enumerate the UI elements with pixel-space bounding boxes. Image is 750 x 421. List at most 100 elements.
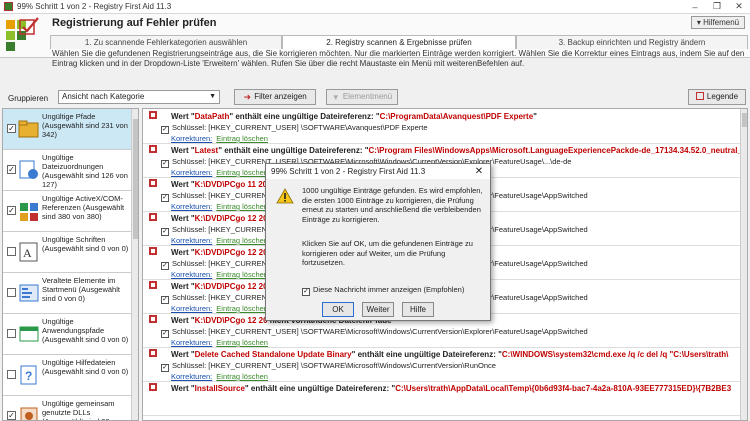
fix-label-link[interactable]: Korrekturen: (171, 236, 212, 245)
fix-action-link[interactable]: Eintrag löschen (216, 338, 268, 347)
category-item[interactable]: A Ungültige Schriften (Ausgewählt sind 0… (3, 232, 131, 273)
weiter-button[interactable]: Weiter (362, 302, 394, 317)
fix-label-link[interactable]: Korrekturen: (171, 338, 212, 347)
entry-type-icon (149, 281, 157, 289)
category-item[interactable]: ✓ Ungültige gemeinsam genutzte DLLs (Aus… (3, 396, 131, 420)
fix-action-link[interactable]: Eintrag löschen (216, 304, 268, 313)
fix-label-link[interactable]: Korrekturen: (171, 202, 212, 211)
entry-prefix: Wert " (171, 180, 195, 189)
entry-prefix: Wert " (171, 112, 195, 121)
svg-text:A: A (23, 246, 32, 260)
entry-checkbox[interactable]: ✓ (161, 228, 169, 236)
fix-action-link[interactable]: Eintrag löschen (216, 372, 268, 381)
entry-fix: Korrekturen: Eintrag löschen (171, 304, 268, 313)
legend-button[interactable]: Legende (688, 89, 746, 105)
close-button[interactable]: ✕ (728, 1, 750, 12)
category-checkbox[interactable]: ✓ (7, 165, 16, 174)
category-checkbox[interactable] (7, 288, 16, 297)
help-file-icon: ? (20, 365, 37, 385)
entry-key-text: Schlüssel: [HKEY_CURRENT_USER] \SOFTWARE… (172, 123, 428, 132)
entry-fix: Korrekturen: Eintrag löschen (171, 338, 268, 347)
category-item[interactable]: ✓ Ungültige ActiveX/COM-Referenzen (Ausg… (3, 191, 131, 232)
result-entry[interactable]: Wert "Delete Cached Standalone Update Bi… (143, 348, 741, 382)
fix-label-link[interactable]: Korrekturen: (171, 134, 212, 143)
scrollbar-thumb[interactable] (133, 119, 138, 239)
result-entry[interactable]: Wert "DataPath" enthält eine ungültige D… (143, 110, 741, 144)
category-label: Ungültige Pfade (Ausgewählt sind 231 von… (42, 112, 128, 139)
fix-action-link[interactable]: Eintrag löschen (216, 202, 268, 211)
fix-label-link[interactable]: Korrekturen: (171, 168, 212, 177)
entry-type-icon (149, 179, 157, 187)
entry-prefix: Wert " (171, 146, 195, 155)
fix-action-link[interactable]: Eintrag löschen (216, 168, 268, 177)
entry-type-icon (149, 213, 157, 221)
entry-checkbox[interactable]: ✓ (161, 262, 169, 270)
entry-reference: C:\WINDOWS\system32\cmd.exe /q /c del /q… (501, 350, 729, 359)
tab-step-2[interactable]: 2. Registry scannen & Ergebnisse prüfen (282, 35, 516, 49)
entry-checkbox[interactable]: ✓ (161, 296, 169, 304)
page-title: Registrierung auf Fehler prüfen (52, 17, 217, 29)
entry-fix: Korrekturen: Eintrag löschen (171, 270, 268, 279)
fix-action-link[interactable]: Eintrag löschen (216, 270, 268, 279)
category-checkbox[interactable] (7, 247, 16, 256)
dll-icon (20, 407, 38, 420)
entry-key: ✓Schlüssel: [HKEY_CURRENT_USER] \SOFTWAR… (161, 327, 588, 338)
entry-middle: " enthält eine ungültige Dateireferenz: … (218, 146, 369, 155)
svg-text:?: ? (25, 369, 32, 383)
category-item[interactable]: Ungültige Anwendungspfade (Ausgewählt si… (3, 314, 131, 355)
category-list[interactable]: ✓ Ungültige Pfade (Ausgewählt sind 231 v… (2, 108, 139, 421)
minimize-button[interactable]: – (684, 2, 706, 12)
category-scrollbar[interactable] (131, 109, 138, 420)
dialog-instruction: Klicken Sie auf OK, um die gefundenen Ei… (302, 239, 473, 267)
legend-button-label: Legende (706, 92, 739, 101)
category-item[interactable]: ✓ Ungültige Dateizuordnungen (Ausgewählt… (3, 150, 131, 191)
result-entry[interactable]: Wert "InstallSource" enthält eine ungült… (143, 382, 741, 416)
dialog-close-button[interactable]: ✕ (470, 164, 488, 179)
entry-checkbox[interactable]: ✓ (161, 330, 169, 338)
category-label: Ungültige Hilfedateien (Ausgewählt sind … (42, 358, 129, 376)
maximize-button[interactable]: ❐ (706, 1, 728, 12)
entry-checkbox[interactable]: ✓ (161, 126, 169, 134)
tab-step-3[interactable]: 3. Backup einrichten und Registry ändern (516, 35, 748, 49)
category-checkbox[interactable]: ✓ (7, 411, 16, 420)
hilfe-button[interactable]: Hilfe (402, 302, 434, 317)
entry-fix: Korrekturen: Eintrag löschen (171, 202, 268, 211)
entry-fix: Korrekturen: Eintrag löschen (171, 236, 268, 245)
category-checkbox[interactable] (7, 329, 16, 338)
entry-value-name: Latest (194, 146, 219, 155)
entry-type-icon (149, 111, 157, 119)
ok-button[interactable]: OK (322, 302, 354, 317)
entry-checkbox[interactable]: ✓ (161, 160, 169, 168)
category-checkbox[interactable]: ✓ (7, 206, 16, 215)
warning-icon (276, 188, 294, 204)
scrollbar-thumb[interactable] (742, 113, 747, 127)
element-menu-button[interactable]: ▾ Elementmenü (326, 89, 398, 105)
category-item[interactable]: ? Ungültige Hilfedateien (Ausgewählt sin… (3, 355, 131, 396)
fix-label-link[interactable]: Korrekturen: (171, 270, 212, 279)
checkbox-box[interactable]: ✓ (302, 288, 310, 296)
fix-label-link[interactable]: Korrekturen: (171, 372, 212, 381)
filter-button[interactable]: ➜ Filter anzeigen (234, 89, 316, 105)
fix-label-link[interactable]: Korrekturen: (171, 304, 212, 313)
category-item[interactable]: Veraltete Elemente im Startmenü (Ausgewä… (3, 273, 131, 314)
entry-checkbox[interactable]: ✓ (161, 194, 169, 202)
category-checkbox[interactable]: ✓ (7, 124, 16, 133)
fix-action-link[interactable]: Eintrag löschen (216, 236, 268, 245)
entry-type-icon (149, 145, 157, 153)
always-show-checkbox[interactable]: ✓ Diese Nachricht immer anzeigen (Empfohl… (302, 285, 464, 296)
fix-action-link[interactable]: Eintrag löschen (216, 134, 268, 143)
help-menu-button[interactable]: ▾ Hilfemenü (691, 16, 745, 29)
folder-icon (18, 120, 39, 138)
entry-value-name: DataPath (194, 112, 230, 121)
group-select[interactable]: Ansicht nach Kategorie ▼ (58, 90, 220, 104)
app-logo-icon (6, 17, 40, 54)
arrow-icon: ➜ (243, 92, 252, 102)
results-scrollbar[interactable] (740, 109, 747, 420)
entry-prefix: Wert " (171, 248, 195, 257)
category-checkbox[interactable] (7, 370, 16, 379)
entry-checkbox[interactable]: ✓ (161, 364, 169, 372)
category-item[interactable]: ✓ Ungültige Pfade (Ausgewählt sind 231 v… (3, 109, 131, 150)
tab-step-1[interactable]: 1. Zu scannende Fehlerkategorien auswähl… (50, 35, 282, 49)
entry-fix: Korrekturen: Eintrag löschen (171, 168, 268, 177)
entry-middle: " enthält eine ungültige Dateireferenz: … (351, 350, 502, 359)
